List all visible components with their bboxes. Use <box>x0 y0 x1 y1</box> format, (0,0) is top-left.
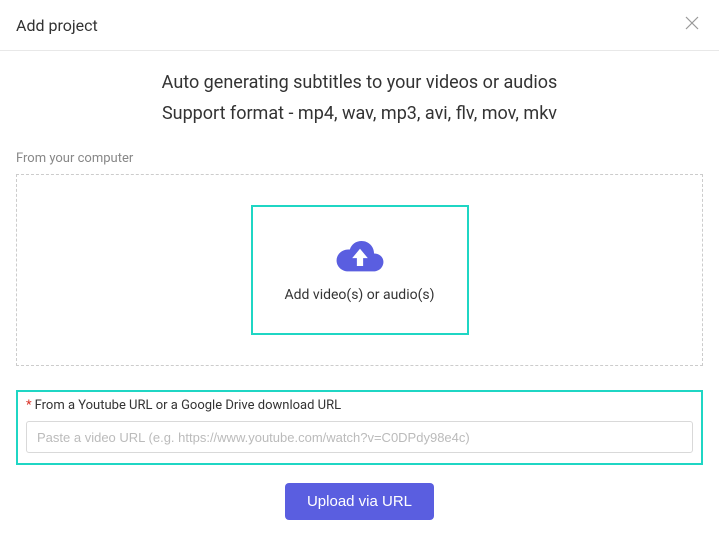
required-indicator: * <box>26 398 32 413</box>
modal-title: Add project <box>16 16 98 35</box>
upload-dropzone-outer: Add video(s) or audio(s) <box>16 174 703 366</box>
url-section: *From a Youtube URL or a Google Drive do… <box>16 390 703 465</box>
headline-text: Auto generating subtitles to your videos… <box>16 69 703 96</box>
close-button[interactable] <box>681 12 703 38</box>
modal-body: Auto generating subtitles to your videos… <box>0 51 719 530</box>
modal-header: Add project <box>0 0 719 51</box>
url-section-label: *From a Youtube URL or a Google Drive do… <box>26 398 693 413</box>
upload-via-url-button[interactable]: Upload via URL <box>285 483 434 520</box>
upload-button-wrap: Upload via URL <box>16 483 703 520</box>
url-input[interactable] <box>26 421 693 453</box>
subheadline-text: Support format - mp4, wav, mp3, avi, flv… <box>16 100 703 127</box>
upload-dropzone[interactable]: Add video(s) or audio(s) <box>251 205 469 335</box>
close-icon <box>685 16 699 30</box>
cloud-upload-icon <box>335 237 385 273</box>
from-computer-label: From your computer <box>16 151 703 166</box>
dropzone-text: Add video(s) or audio(s) <box>285 287 435 303</box>
url-label-text: From a Youtube URL or a Google Drive dow… <box>35 398 341 413</box>
